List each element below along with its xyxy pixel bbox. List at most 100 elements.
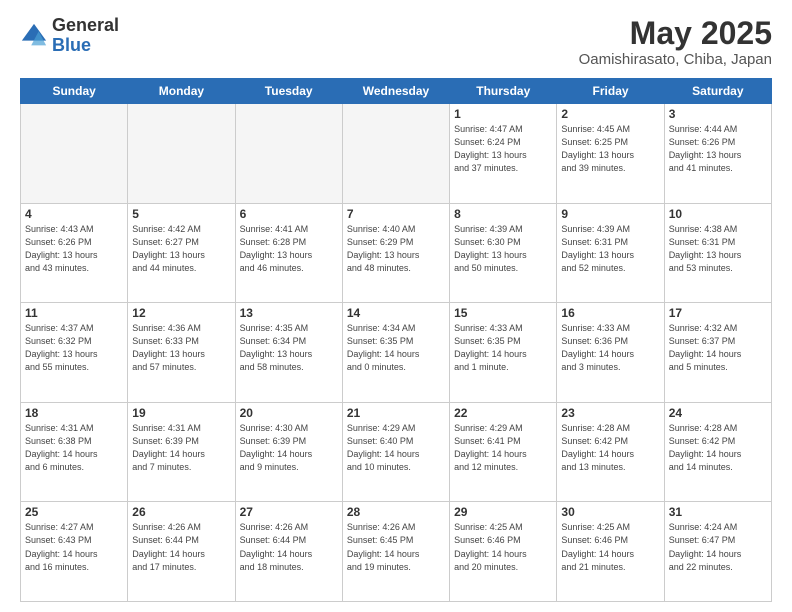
calendar-cell: 8 Sunrise: 4:39 AMSunset: 6:30 PMDaylight… <box>450 203 557 303</box>
logo-blue: Blue <box>52 36 119 56</box>
day-header-friday: Friday <box>557 79 664 104</box>
day-info: Sunrise: 4:28 AMSunset: 6:42 PMDaylight:… <box>669 422 767 474</box>
day-info: Sunrise: 4:28 AMSunset: 6:42 PMDaylight:… <box>561 422 659 474</box>
calendar-cell: 23 Sunrise: 4:28 AMSunset: 6:42 PMDayligh… <box>557 402 664 502</box>
calendar-cell: 15 Sunrise: 4:33 AMSunset: 6:35 PMDayligh… <box>450 303 557 403</box>
day-info: Sunrise: 4:35 AMSunset: 6:34 PMDaylight:… <box>240 322 338 374</box>
day-number: 30 <box>561 505 659 519</box>
calendar-cell: 10 Sunrise: 4:38 AMSunset: 6:31 PMDayligh… <box>664 203 771 303</box>
day-info: Sunrise: 4:30 AMSunset: 6:39 PMDaylight:… <box>240 422 338 474</box>
day-info: Sunrise: 4:36 AMSunset: 6:33 PMDaylight:… <box>132 322 230 374</box>
day-number: 12 <box>132 306 230 320</box>
calendar-cell: 1 Sunrise: 4:47 AMSunset: 6:24 PMDaylight… <box>450 104 557 204</box>
day-header-wednesday: Wednesday <box>342 79 449 104</box>
calendar-row-4: 18 Sunrise: 4:31 AMSunset: 6:38 PMDayligh… <box>21 402 772 502</box>
day-number: 21 <box>347 406 445 420</box>
day-number: 14 <box>347 306 445 320</box>
calendar-cell: 4Sunrise: 4:43 AMSunset: 6:26 PMDaylight… <box>21 203 128 303</box>
calendar-cell: 19 Sunrise: 4:31 AMSunset: 6:39 PMDayligh… <box>128 402 235 502</box>
day-number: 22 <box>454 406 552 420</box>
day-header-monday: Monday <box>128 79 235 104</box>
day-number: 18 <box>25 406 123 420</box>
day-info: Sunrise: 4:29 AMSunset: 6:41 PMDaylight:… <box>454 422 552 474</box>
day-info: Sunrise: 4:34 AMSunset: 6:35 PMDaylight:… <box>347 322 445 374</box>
calendar-cell: 28 Sunrise: 4:26 AMSunset: 6:45 PMDayligh… <box>342 502 449 602</box>
day-info: Sunrise: 4:38 AMSunset: 6:31 PMDaylight:… <box>669 223 767 275</box>
day-header-thursday: Thursday <box>450 79 557 104</box>
day-number: 27 <box>240 505 338 519</box>
calendar-cell <box>21 104 128 204</box>
calendar-cell: 7Sunrise: 4:40 AMSunset: 6:29 PMDaylight… <box>342 203 449 303</box>
day-number: 6 <box>240 207 338 221</box>
day-number: 24 <box>669 406 767 420</box>
calendar-cell: 2Sunrise: 4:45 AMSunset: 6:25 PMDaylight… <box>557 104 664 204</box>
calendar-cell: 14 Sunrise: 4:34 AMSunset: 6:35 PMDayligh… <box>342 303 449 403</box>
logo-text: General Blue <box>52 16 119 56</box>
day-info: Sunrise: 4:44 AMSunset: 6:26 PMDaylight:… <box>669 123 767 175</box>
calendar-cell: 27 Sunrise: 4:26 AMSunset: 6:44 PMDayligh… <box>235 502 342 602</box>
calendar-cell: 26Sunrise: 4:26 AMSunset: 6:44 PMDayligh… <box>128 502 235 602</box>
logo-general: General <box>52 16 119 36</box>
day-info: Sunrise: 4:31 AMSunset: 6:38 PMDaylight:… <box>25 422 123 474</box>
day-number: 10 <box>669 207 767 221</box>
day-number: 5 <box>132 207 230 221</box>
day-number: 23 <box>561 406 659 420</box>
day-info: Sunrise: 4:29 AMSunset: 6:40 PMDaylight:… <box>347 422 445 474</box>
logo: General Blue <box>20 16 119 56</box>
day-number: 28 <box>347 505 445 519</box>
subtitle: Oamishirasato, Chiba, Japan <box>579 51 772 68</box>
day-info: Sunrise: 4:26 AMSunset: 6:45 PMDaylight:… <box>347 521 445 573</box>
page-container: General Blue May 2025 Oamishirasato, Chi… <box>0 0 792 612</box>
calendar-cell: 6 Sunrise: 4:41 AMSunset: 6:28 PMDaylight… <box>235 203 342 303</box>
calendar-cell <box>342 104 449 204</box>
calendar-cell: 24 Sunrise: 4:28 AMSunset: 6:42 PMDayligh… <box>664 402 771 502</box>
day-number: 1 <box>454 107 552 121</box>
day-info: Sunrise: 4:32 AMSunset: 6:37 PMDaylight:… <box>669 322 767 374</box>
day-number: 2 <box>561 107 659 121</box>
day-number: 7 <box>347 207 445 221</box>
calendar-row-3: 11 Sunrise: 4:37 AMSunset: 6:32 PMDayligh… <box>21 303 772 403</box>
calendar-cell <box>128 104 235 204</box>
title-block: May 2025 Oamishirasato, Chiba, Japan <box>579 16 772 68</box>
day-info: Sunrise: 4:39 AMSunset: 6:30 PMDaylight:… <box>454 223 552 275</box>
day-info: Sunrise: 4:33 AMSunset: 6:35 PMDaylight:… <box>454 322 552 374</box>
day-info: Sunrise: 4:41 AMSunset: 6:28 PMDaylight:… <box>240 223 338 275</box>
calendar-cell <box>235 104 342 204</box>
day-info: Sunrise: 4:26 AMSunset: 6:44 PMDaylight:… <box>132 521 230 573</box>
calendar-cell: 13 Sunrise: 4:35 AMSunset: 6:34 PMDayligh… <box>235 303 342 403</box>
calendar-cell: 25Sunrise: 4:27 AMSunset: 6:43 PMDayligh… <box>21 502 128 602</box>
calendar-cell: 11 Sunrise: 4:37 AMSunset: 6:32 PMDayligh… <box>21 303 128 403</box>
day-number: 3 <box>669 107 767 121</box>
day-number: 11 <box>25 306 123 320</box>
day-number: 9 <box>561 207 659 221</box>
day-number: 31 <box>669 505 767 519</box>
day-number: 16 <box>561 306 659 320</box>
day-info: Sunrise: 4:31 AMSunset: 6:39 PMDaylight:… <box>132 422 230 474</box>
day-number: 29 <box>454 505 552 519</box>
calendar-cell: 12 Sunrise: 4:36 AMSunset: 6:33 PMDayligh… <box>128 303 235 403</box>
calendar-cell: 3 Sunrise: 4:44 AMSunset: 6:26 PMDaylight… <box>664 104 771 204</box>
calendar-cell: 29Sunrise: 4:25 AMSunset: 6:46 PMDayligh… <box>450 502 557 602</box>
calendar-cell: 31Sunrise: 4:24 AMSunset: 6:47 PMDayligh… <box>664 502 771 602</box>
day-info: Sunrise: 4:33 AMSunset: 6:36 PMDaylight:… <box>561 322 659 374</box>
day-header-sunday: Sunday <box>21 79 128 104</box>
day-info: Sunrise: 4:37 AMSunset: 6:32 PMDaylight:… <box>25 322 123 374</box>
day-header-tuesday: Tuesday <box>235 79 342 104</box>
header-row: SundayMondayTuesdayWednesdayThursdayFrid… <box>21 79 772 104</box>
day-number: 15 <box>454 306 552 320</box>
calendar-row-5: 25Sunrise: 4:27 AMSunset: 6:43 PMDayligh… <box>21 502 772 602</box>
calendar-cell: 17Sunrise: 4:32 AMSunset: 6:37 PMDayligh… <box>664 303 771 403</box>
day-number: 19 <box>132 406 230 420</box>
day-info: Sunrise: 4:39 AMSunset: 6:31 PMDaylight:… <box>561 223 659 275</box>
calendar-cell: 5Sunrise: 4:42 AMSunset: 6:27 PMDaylight… <box>128 203 235 303</box>
header: General Blue May 2025 Oamishirasato, Chi… <box>20 16 772 68</box>
day-number: 8 <box>454 207 552 221</box>
calendar-cell: 20 Sunrise: 4:30 AMSunset: 6:39 PMDayligh… <box>235 402 342 502</box>
day-number: 20 <box>240 406 338 420</box>
logo-icon <box>20 22 48 50</box>
day-info: Sunrise: 4:26 AMSunset: 6:44 PMDaylight:… <box>240 521 338 573</box>
calendar-cell: 22 Sunrise: 4:29 AMSunset: 6:41 PMDayligh… <box>450 402 557 502</box>
day-info: Sunrise: 4:47 AMSunset: 6:24 PMDaylight:… <box>454 123 552 175</box>
day-number: 13 <box>240 306 338 320</box>
calendar-cell: 21 Sunrise: 4:29 AMSunset: 6:40 PMDayligh… <box>342 402 449 502</box>
